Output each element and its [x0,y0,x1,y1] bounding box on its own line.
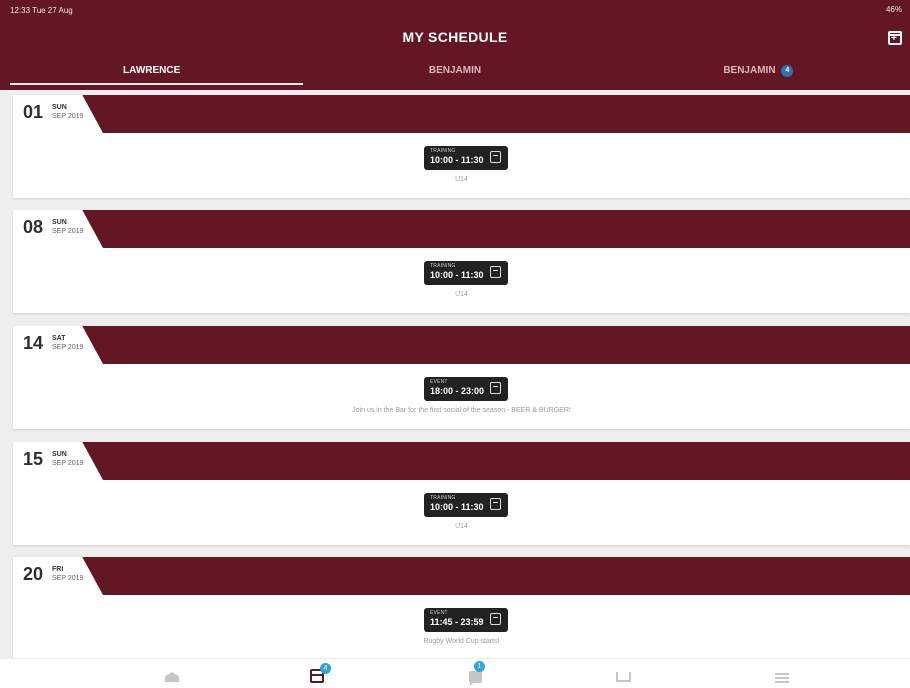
calendar-icon[interactable]: 4 [310,663,331,683]
menu-icon[interactable] [773,669,791,687]
calendar-add-icon[interactable] [888,31,902,45]
day-number: 20 [23,564,44,584]
day-banner [13,326,910,364]
day-month-year: SEP 2019 [52,344,84,351]
day-banner [13,210,910,248]
schedule-entry[interactable]: TRAINING 10:00 - 11:30 [424,146,508,170]
schedule-list: 01 SUN SEP 2019 TRAINING 10:00 - 11:30 U… [0,95,910,658]
day-of-week: SUN [52,104,67,111]
entry-type: EVENT [430,610,448,616]
entry-type: TRAINING [430,148,456,154]
day-number: 14 [23,333,44,353]
entry-time: 10:00 - 11:30 [430,270,484,280]
entry-time: 11:45 - 23:59 [430,617,484,627]
home-icon[interactable] [163,669,181,687]
entry-time: 10:00 - 11:30 [430,502,484,512]
status-bar: 12:33 Tue 27 Aug 46% [0,0,910,22]
bottom-navigation: 4 1 [0,658,910,688]
page-title: MY SCHEDULE [402,29,508,45]
day-month-year: SEP 2019 [52,575,84,582]
day-month-year: SEP 2019 [52,113,84,120]
tab-label: LAWRENCE [123,65,181,76]
status-time-date: 12:33 Tue 27 Aug [10,6,73,15]
entry-type: EVENT [430,379,448,385]
entry-note: U14 [455,176,468,183]
day-of-week: FRI [52,566,64,573]
tab-label: BENJAMIN [428,65,482,76]
clipboard-icon [490,151,501,163]
tab-benjamin-1[interactable]: BENJAMIN [303,59,606,85]
schedule-entry[interactable]: TRAINING 10:00 - 11:30 [424,261,508,285]
entry-note: U14 [455,523,468,530]
schedule-day[interactable]: 08 SUN SEP 2019 TRAINING 10:00 - 11:30 U… [13,210,910,313]
day-number: 15 [23,449,44,469]
calendar-icon [490,382,501,394]
tab-label: BENJAMIN [723,65,776,76]
tab-lawrence[interactable]: LAWRENCE [0,59,304,85]
day-of-week: SAT [52,335,66,342]
clipboard-icon [490,266,501,278]
tab-benjamin-2[interactable]: BENJAMIN 4 [607,59,910,85]
day-banner [13,95,910,133]
schedule-entry[interactable]: TRAINING 10:00 - 11:30 [424,493,508,517]
schedule-day[interactable]: 01 SUN SEP 2019 TRAINING 10:00 - 11:30 U… [13,95,910,198]
entry-type: TRAINING [430,263,456,269]
member-tabs: LAWRENCE BENJAMIN BENJAMIN 4 [0,59,910,85]
day-month-year: SEP 2019 [52,460,84,467]
day-month-year: SEP 2019 [52,228,84,235]
calendar-badge: 4 [320,663,331,674]
schedule-day[interactable]: 14 SAT SEP 2019 EVENT 18:00 - 23:00 Join… [13,326,910,429]
chat-icon[interactable]: 1 [466,661,485,687]
entry-type: TRAINING [430,495,456,501]
schedule-entry[interactable]: EVENT 11:45 - 23:59 [424,608,508,632]
app-header: 12:33 Tue 27 Aug 46% MY SCHEDULE LAWRENC… [0,0,910,90]
entry-note: Join us in the Bar for the first social … [352,407,571,414]
day-banner [13,442,910,480]
day-banner [13,557,910,595]
tab-badge: 4 [781,65,794,77]
clipboard-icon [490,498,501,510]
day-number: 08 [23,217,44,237]
status-battery: 46% [885,5,902,14]
schedule-entry[interactable]: EVENT 18:00 - 23:00 [424,377,508,401]
calendar-icon [490,613,501,625]
entry-time: 10:00 - 11:30 [430,155,484,165]
chat-badge: 1 [474,661,485,672]
schedule-day[interactable]: 15 SUN SEP 2019 TRAINING 10:00 - 11:30 U… [13,442,910,545]
cart-icon[interactable] [613,669,631,687]
day-number: 01 [23,102,44,122]
day-of-week: SUN [52,451,67,458]
entry-note: U14 [455,291,468,298]
entry-time: 18:00 - 23:00 [430,386,485,396]
day-of-week: SUN [52,219,67,226]
schedule-day[interactable]: 20 FRI SEP 2019 EVENT 11:45 - 23:59 Rugb… [13,557,910,658]
entry-note: Rugby World Cup starts! [423,638,500,645]
